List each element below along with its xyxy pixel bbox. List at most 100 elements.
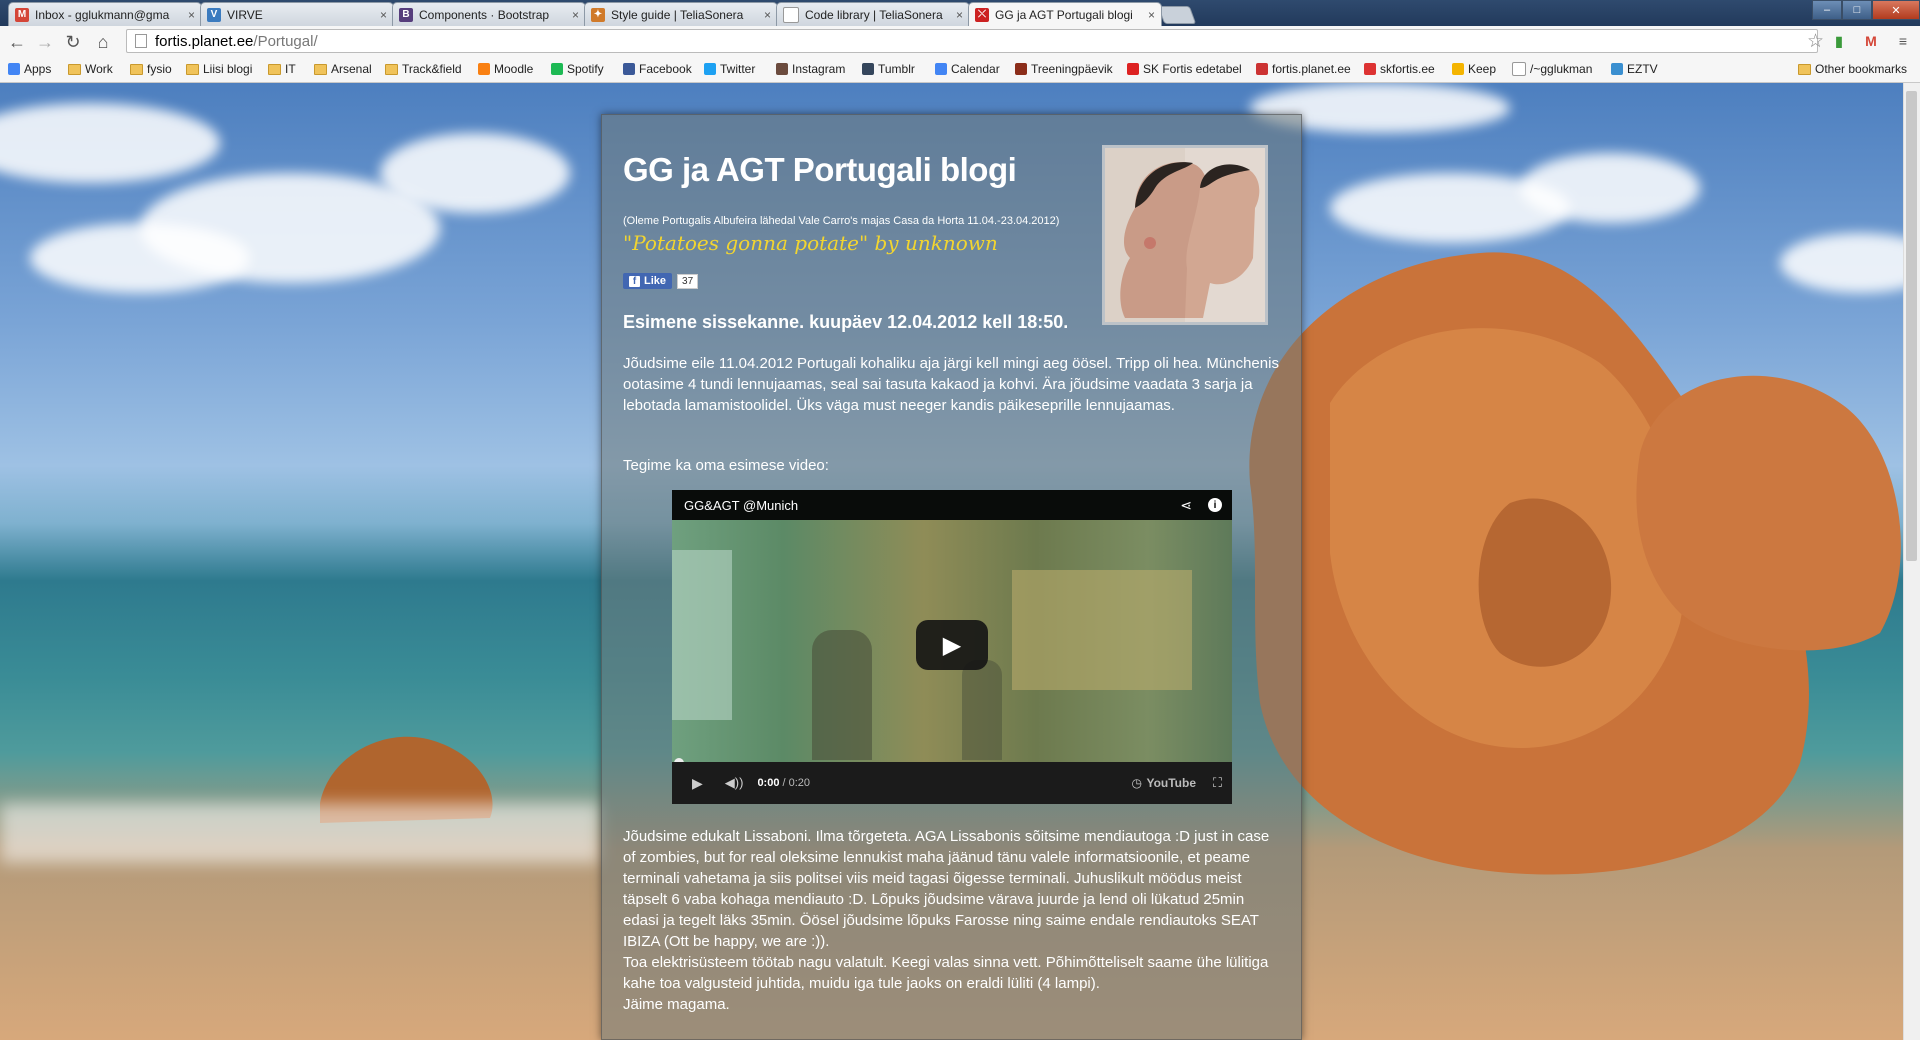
skfortis-icon <box>1364 63 1376 75</box>
bookmark-item[interactable]: Moodle <box>478 62 533 76</box>
bookmark-item[interactable]: Twitter <box>704 62 755 76</box>
bookmark-label: Facebook <box>639 62 692 76</box>
close-tab-icon[interactable]: × <box>572 8 579 22</box>
bookmark-label: Calendar <box>951 62 1000 76</box>
folder-icon <box>186 63 199 75</box>
video-time-current: 0:00 <box>757 777 780 789</box>
bookmark-item[interactable]: IT <box>268 62 296 76</box>
bookmark-item[interactable]: fortis.planet.ee <box>1256 62 1351 76</box>
calendar-icon <box>935 63 947 75</box>
facebook-like-widget: f Like 37 <box>623 273 699 289</box>
entry-paragraph-3: Jõudsime edukalt Lissaboni. Ilma tõrgete… <box>623 828 1270 950</box>
entry-paragraph-5: Jäime magama. <box>623 996 730 1013</box>
bookmark-item[interactable]: Treeningpäevik <box>1015 62 1113 76</box>
browser-tab[interactable]: B Components · Bootstrap × <box>392 2 586 26</box>
close-tab-icon[interactable]: × <box>956 8 963 22</box>
bookmark-label: Liisi blogi <box>203 62 253 76</box>
play-control-icon[interactable]: ▶ <box>692 775 703 792</box>
keep-icon <box>1452 63 1464 75</box>
bookmark-label: Spotify <box>567 62 604 76</box>
bookmark-label: fortis.planet.ee <box>1272 62 1351 76</box>
video-time-total: / 0:20 <box>782 777 810 789</box>
browser-tab[interactable]: Code library | TeliaSonera × <box>776 2 970 26</box>
new-tab-button[interactable] <box>1157 6 1197 24</box>
bookmark-label: Arsenal <box>331 62 372 76</box>
bookmark-item[interactable]: Arsenal <box>314 62 372 76</box>
youtube-video-player[interactable]: GG&AGT @Munich ⋖ i ▶ ▶ ◀)) 0:00 / 0:20 ◷… <box>672 490 1232 804</box>
video-title[interactable]: GG&AGT @Munich <box>684 498 798 513</box>
forward-button[interactable]: → <box>34 31 56 53</box>
home-button[interactable]: ⌂ <box>92 31 114 53</box>
tab-title: Inbox - gglukmann@gma <box>35 7 170 22</box>
spotify-icon <box>551 63 563 75</box>
close-window-button[interactable]: ✕ <box>1872 0 1920 20</box>
folder-icon <box>268 63 281 75</box>
entry-paragraph-2: Tegime ka oma esimese video: <box>623 457 829 474</box>
bookmark-item[interactable]: EZTV <box>1611 62 1658 76</box>
bookmark-item[interactable]: fysio <box>130 62 172 76</box>
bookmark-item[interactable]: Tumblr <box>862 62 915 76</box>
close-tab-icon[interactable]: × <box>380 8 387 22</box>
other-bookmarks[interactable]: Other bookmarks <box>1798 62 1907 76</box>
share-icon[interactable]: ⋖ <box>1180 497 1192 514</box>
bookmark-item[interactable]: Spotify <box>551 62 604 76</box>
bookmark-label: Twitter <box>720 62 756 76</box>
info-icon[interactable]: i <box>1208 498 1222 512</box>
close-tab-icon[interactable]: × <box>764 8 771 22</box>
bookmark-item[interactable]: Liisi blogi <box>186 62 252 76</box>
bookmark-item[interactable]: Apps <box>8 62 51 76</box>
tumblr-icon <box>862 63 874 75</box>
eztv-icon <box>1611 63 1623 75</box>
facebook-like-button[interactable]: f Like <box>623 273 673 289</box>
bookmark-item[interactable]: Facebook <box>623 62 692 76</box>
entry-paragraph-1: Jõudsime eile 11.04.2012 Portugali kohal… <box>623 355 1279 414</box>
browser-tab[interactable]: ⤬ GG ja AGT Portugali blogi × <box>968 2 1162 26</box>
youtube-logo-icon[interactable]: YouTube <box>1146 776 1196 790</box>
fortis-icon: ⤬ <box>975 7 989 22</box>
bookmark-item[interactable]: skfortis.ee <box>1364 62 1435 76</box>
page-icon <box>783 6 799 23</box>
close-tab-icon[interactable]: × <box>1148 8 1155 22</box>
shoe-icon <box>1015 63 1027 75</box>
bookmark-item[interactable]: Calendar <box>935 62 1000 76</box>
blog-title: GG ja AGT Portugali blogi <box>623 151 1017 188</box>
close-tab-icon[interactable]: × <box>188 8 195 22</box>
bookmark-item[interactable]: SK Fortis edetabel <box>1127 62 1242 76</box>
blog-content-panel: GG ja AGT Portugali blogi (Oleme Portuga… <box>601 114 1302 1040</box>
volume-icon[interactable]: ◀)) <box>725 775 744 791</box>
address-bar[interactable]: fortis.planet.ee /Portugal/ <box>126 29 1818 53</box>
reload-button[interactable]: ↻ <box>62 31 84 53</box>
evernote-extension-icon[interactable]: ▮ <box>1830 32 1848 50</box>
tab-title: Style guide | TeliaSonera <box>611 7 744 22</box>
browser-tab[interactable]: ✦ Style guide | TeliaSonera × <box>584 2 778 26</box>
menu-icon[interactable]: ≡ <box>1894 32 1912 50</box>
moodle-icon <box>478 63 490 75</box>
page-scrollbar[interactable] <box>1903 83 1920 1040</box>
bookmark-item[interactable]: Keep <box>1452 62 1496 76</box>
back-button[interactable]: ← <box>6 31 28 53</box>
bookmark-label: Tumblr <box>878 62 915 76</box>
video-controls: ▶ ◀)) 0:00 / 0:20 ◷ YouTube ⛶ <box>672 762 1232 804</box>
gmail-icon: M <box>15 7 29 22</box>
browser-toolbar: ← → ↻ ⌂ fortis.planet.ee /Portugal/ ☆ ▮ … <box>0 26 1920 59</box>
minimize-button[interactable]: – <box>1812 0 1842 20</box>
gmail-extension-icon[interactable]: M <box>1862 32 1880 50</box>
bookmark-item[interactable]: /~gglukman <box>1512 62 1592 76</box>
other-bookmarks-label: Other bookmarks <box>1815 62 1908 76</box>
bootstrap-icon: B <box>399 7 413 22</box>
maximize-button[interactable]: □ <box>1842 0 1872 20</box>
rock-formation-right <box>1636 375 1901 651</box>
bookmark-item[interactable]: Track&field <box>385 62 462 76</box>
browser-tab[interactable]: V VIRVE × <box>200 2 394 26</box>
bookmark-star-icon[interactable]: ☆ <box>1807 30 1824 53</box>
bookmark-item[interactable]: Work <box>68 62 113 76</box>
scrollbar-thumb[interactable] <box>1906 91 1917 561</box>
bookmark-item[interactable]: Instagram <box>776 62 845 76</box>
url-path: /Portugal/ <box>253 32 318 50</box>
play-button[interactable]: ▶ <box>916 620 988 670</box>
like-label: Like <box>644 275 667 287</box>
fullscreen-icon[interactable]: ⛶ <box>1213 775 1222 791</box>
watch-later-icon[interactable]: ◷ <box>1132 776 1142 790</box>
browser-tab[interactable]: M Inbox - gglukmann@gma × <box>8 2 202 26</box>
url-host: fortis.planet.ee <box>155 32 254 50</box>
